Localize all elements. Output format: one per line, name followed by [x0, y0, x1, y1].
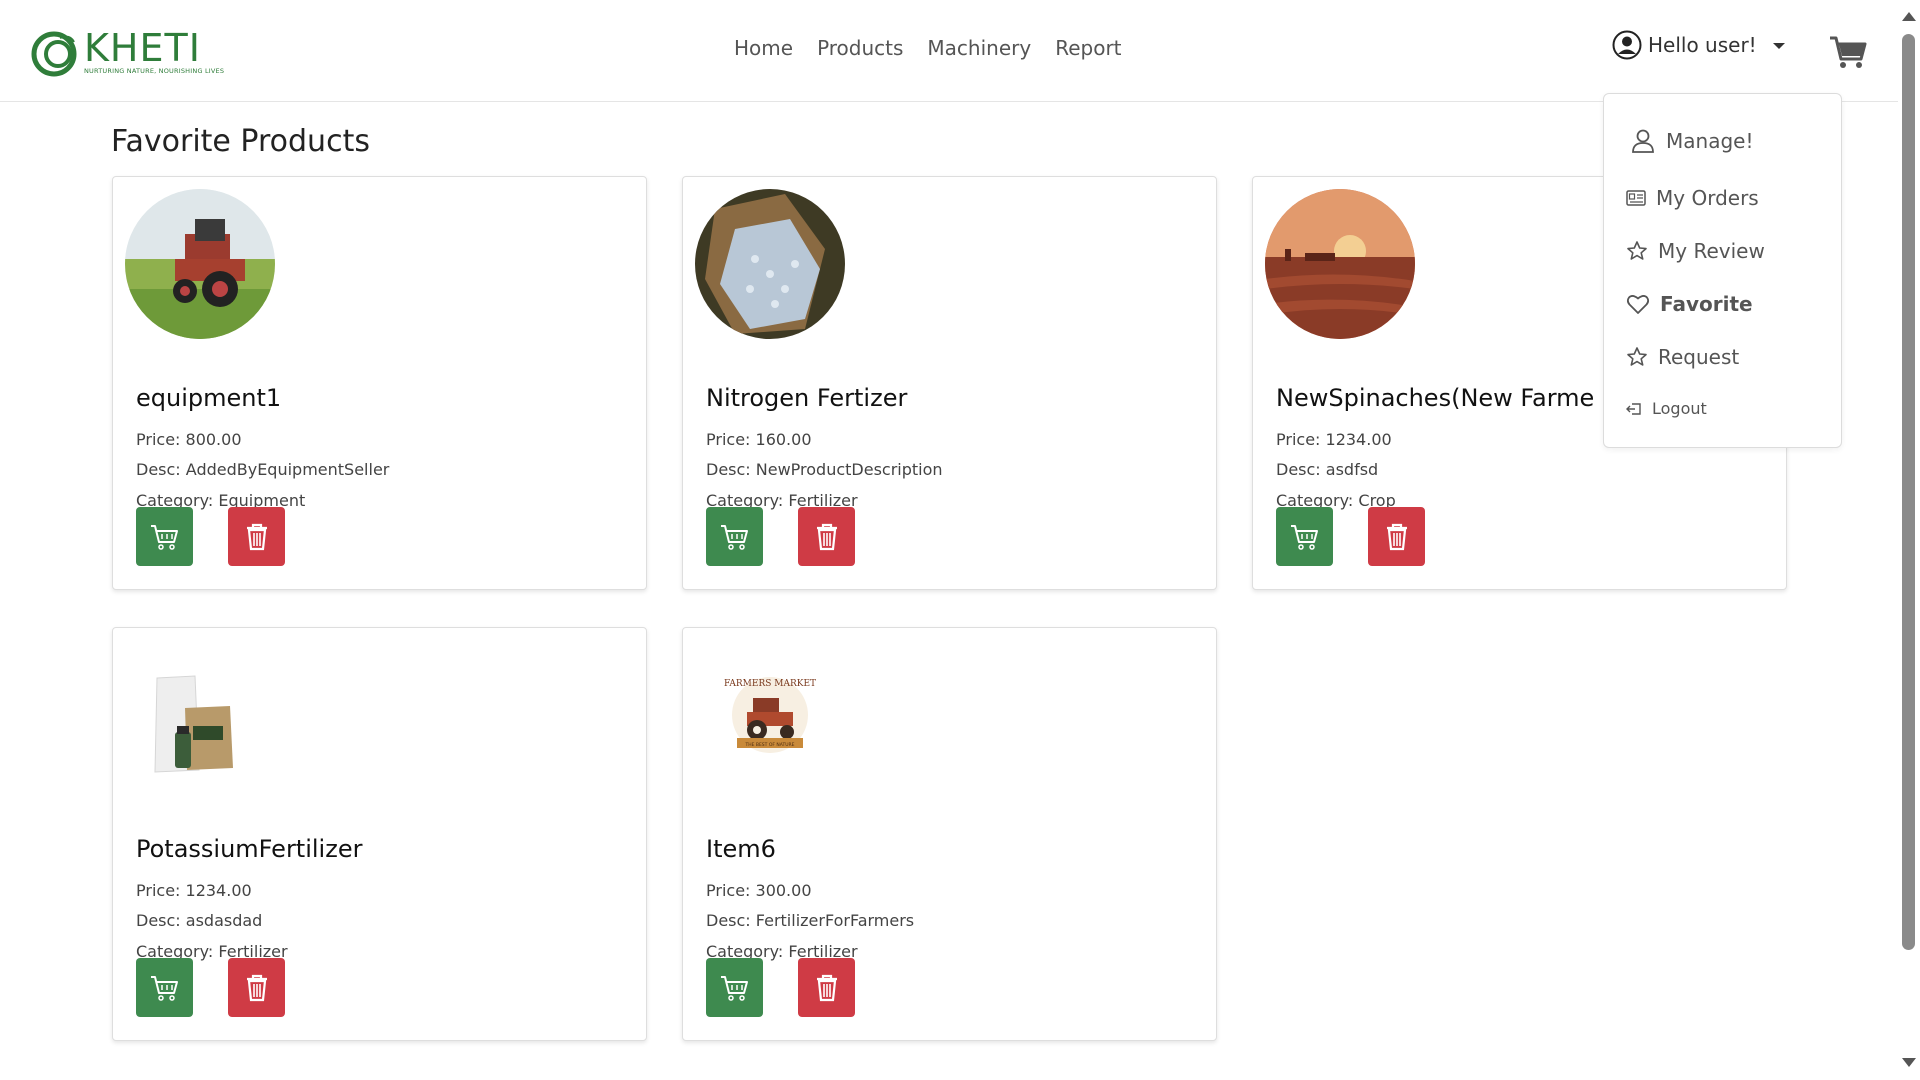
- product-image: [695, 189, 845, 339]
- logo-text: KHETI: [84, 26, 201, 70]
- dropdown-item-request[interactable]: Request: [1626, 345, 1739, 369]
- nav-products[interactable]: Products: [805, 36, 915, 60]
- product-desc: Desc: asdasdad: [136, 911, 263, 930]
- delete-button[interactable]: [798, 958, 855, 1017]
- product-image: FARMERS MARKET THE BEST OF NATURE: [695, 640, 845, 790]
- product-desc: Desc: AddedByEquipmentSeller: [136, 460, 390, 479]
- product-image: [125, 189, 275, 339]
- trash-icon: [816, 523, 837, 550]
- dropdown-label: Favorite: [1660, 292, 1753, 316]
- dropdown-label: My Review: [1658, 239, 1765, 263]
- navbar: KHETI NURTURING NATURE, NOURISHING LIVES…: [0, 0, 1898, 102]
- sunset-farm-image: [1265, 189, 1415, 339]
- product-name: Item6: [706, 835, 776, 863]
- product-price: Price: 1234.00: [1276, 430, 1392, 449]
- trash-icon: [1386, 523, 1407, 550]
- add-to-cart-button[interactable]: [706, 958, 763, 1017]
- user-menu-toggle[interactable]: Hello user!: [1612, 30, 1785, 60]
- cart-icon: [720, 524, 748, 550]
- star-icon: [1627, 241, 1647, 260]
- trash-icon: [246, 974, 267, 1001]
- chevron-down-icon: [1772, 43, 1785, 49]
- add-to-cart-button[interactable]: [136, 958, 193, 1017]
- orders-icon: [1626, 190, 1646, 206]
- product-name: PotassiumFertilizer: [136, 835, 363, 863]
- cart-icon: [1290, 524, 1318, 550]
- fertilizer-bags-image: [125, 640, 275, 790]
- delete-button[interactable]: [228, 507, 285, 566]
- user-dropdown-menu: Manage! My Orders My Review Favorite Req…: [1603, 93, 1842, 448]
- product-card: Nitrogen Fertizer Price: 160.00 Desc: Ne…: [682, 176, 1217, 590]
- product-desc: Desc: asdfsd: [1276, 460, 1379, 479]
- delete-button[interactable]: [1368, 507, 1425, 566]
- product-name: equipment1: [136, 384, 282, 412]
- star-icon: [1627, 347, 1647, 366]
- scroll-down-arrow-icon[interactable]: [1902, 1058, 1916, 1067]
- add-to-cart-button[interactable]: [136, 507, 193, 566]
- cart-icon: [720, 975, 748, 1001]
- add-to-cart-button[interactable]: [706, 507, 763, 566]
- dropdown-item-favorite[interactable]: Favorite: [1626, 292, 1753, 316]
- kheti-logo[interactable]: KHETI NURTURING NATURE, NOURISHING LIVES: [28, 24, 248, 80]
- dropdown-item-my-orders[interactable]: My Orders: [1626, 186, 1759, 210]
- product-card: FARMERS MARKET THE BEST OF NATURE Item6 …: [682, 627, 1217, 1041]
- dropdown-item-my-review[interactable]: My Review: [1626, 239, 1765, 263]
- product-image: [1265, 189, 1415, 339]
- cart-icon[interactable]: [1828, 32, 1868, 72]
- farmers-market-logo-image: FARMERS MARKET THE BEST OF NATURE: [695, 640, 845, 790]
- tractor-field-image: [125, 189, 275, 339]
- trash-icon: [816, 974, 837, 1001]
- logo-ring-icon: [31, 31, 77, 77]
- cart-icon: [150, 975, 178, 1001]
- product-price: Price: 300.00: [706, 881, 812, 900]
- delete-button[interactable]: [228, 958, 285, 1017]
- main-nav: Home Products Machinery Report: [722, 36, 1134, 60]
- product-name: Nitrogen Fertizer: [706, 384, 908, 412]
- dropdown-label: Manage!: [1666, 129, 1754, 153]
- scroll-up-arrow-icon[interactable]: [1902, 12, 1916, 21]
- product-price: Price: 160.00: [706, 430, 812, 449]
- dropdown-item-logout[interactable]: Logout: [1626, 399, 1707, 418]
- product-desc: Desc: NewProductDescription: [706, 460, 943, 479]
- scrollbar-thumb[interactable]: [1902, 34, 1915, 950]
- page-title: Favorite Products: [111, 124, 370, 159]
- logout-icon: [1626, 402, 1641, 415]
- user-circle-icon: [1612, 30, 1642, 60]
- dropdown-label: Request: [1658, 345, 1740, 369]
- logo-bottom-text: THE BEST OF NATURE: [744, 742, 794, 748]
- product-price: Price: 800.00: [136, 430, 242, 449]
- nav-home[interactable]: Home: [722, 36, 805, 60]
- logo-tagline: NURTURING NATURE, NOURISHING LIVES: [84, 67, 225, 75]
- user-greeting: Hello user!: [1648, 33, 1757, 57]
- product-desc: Desc: FertilizerForFarmers: [706, 911, 915, 930]
- cart-icon: [150, 524, 178, 550]
- heart-icon: [1626, 295, 1650, 314]
- logo-top-text: FARMERS MARKET: [724, 679, 816, 689]
- product-card: PotassiumFertilizer Price: 1234.00 Desc:…: [112, 627, 647, 1041]
- product-image: [125, 640, 275, 790]
- dropdown-label: My Orders: [1656, 186, 1759, 210]
- person-icon: [1632, 129, 1654, 153]
- add-to-cart-button[interactable]: [1276, 507, 1333, 566]
- nav-machinery[interactable]: Machinery: [915, 36, 1043, 60]
- dropdown-label: Logout: [1652, 399, 1707, 418]
- dropdown-item-manage[interactable]: Manage!: [1630, 128, 1753, 154]
- product-name: NewSpinaches(New Farme: [1276, 384, 1595, 412]
- fertilizer-sack-image: [695, 189, 845, 339]
- nav-report[interactable]: Report: [1043, 36, 1133, 60]
- product-card: equipment1 Price: 800.00 Desc: AddedByEq…: [112, 176, 647, 590]
- product-price: Price: 1234.00: [136, 881, 252, 900]
- trash-icon: [246, 523, 267, 550]
- delete-button[interactable]: [798, 507, 855, 566]
